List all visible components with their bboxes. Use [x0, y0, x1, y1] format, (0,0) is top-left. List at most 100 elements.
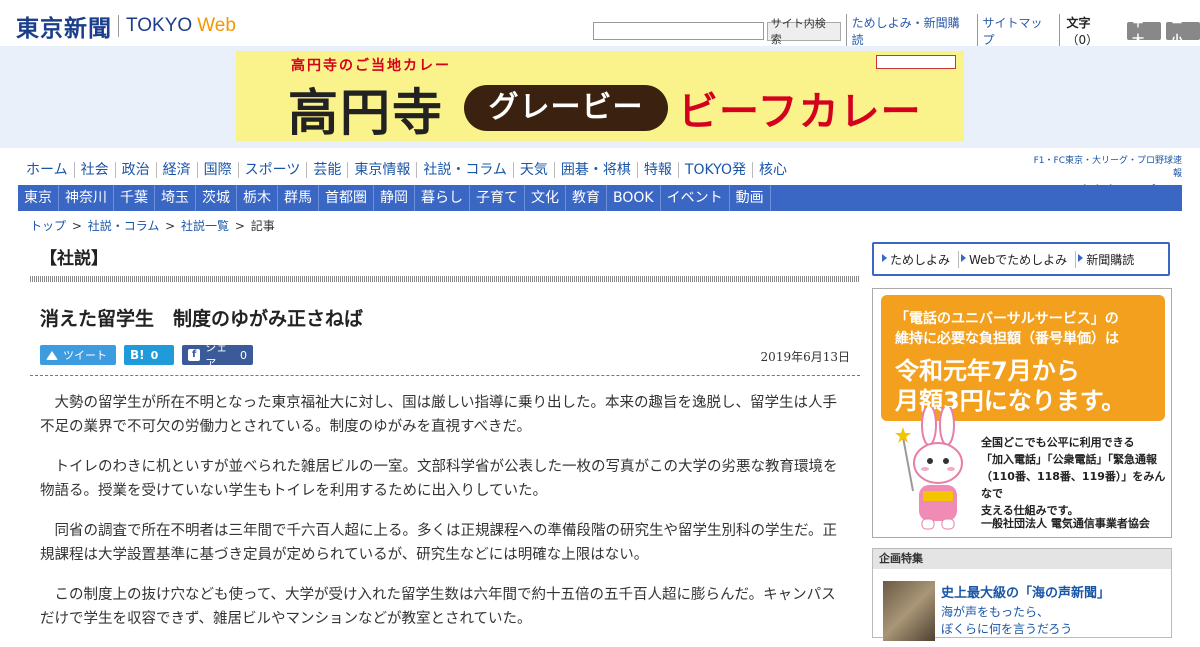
breadcrumb-separator: > [231, 219, 249, 233]
article-paragraph: トイレのわきに机といすが並べられた雑居ビルの一室。文部科学省が公表した一枚の写真… [40, 459, 838, 499]
link-trial-subscribe[interactable]: ためしよみ・新聞購読 [845, 14, 977, 48]
font-smaller-button[interactable]: －小 [1166, 16, 1200, 47]
font-size-label: 文字 （0） [1059, 14, 1122, 48]
link-sitemap[interactable]: サイトマップ [976, 14, 1060, 48]
facebook-icon: f [188, 349, 201, 361]
nav-society[interactable]: 社会 [73, 162, 115, 178]
nav-international[interactable]: 国際 [196, 162, 238, 178]
sidebar-link-subscribe[interactable]: 新聞購読 [1075, 250, 1142, 268]
feature-box: 企画特集 史上最大級の「海の声新聞」 海が声をもったら、 ぼくらに何を言うだろう [872, 548, 1172, 641]
logo-tokyo: TOKYO [126, 15, 193, 36]
nav-entertainment[interactable]: 芸能 [306, 162, 347, 178]
site-search-button[interactable]: サイト内検索 [766, 17, 841, 46]
bird-icon [46, 350, 58, 360]
breadcrumb-editorial-column[interactable]: 社説・コラム [88, 219, 160, 233]
font-size-count: （0） [1066, 33, 1099, 47]
nav2-tokyo[interactable]: 東京 [18, 185, 59, 211]
banner-corner-tag [876, 55, 956, 69]
nav2-saitama[interactable]: 埼玉 [155, 185, 196, 211]
nav-editorial-column[interactable]: 社説・コラム [416, 162, 513, 178]
primary-nav: ホーム 社会 政治 経済 国際 スポーツ 芸能 東京情報 社説・コラム 天気 囲… [20, 160, 793, 180]
font-size-text: 文字 [1066, 16, 1091, 30]
nav2-kanagawa[interactable]: 神奈川 [59, 185, 114, 211]
article-body: 大勢の留学生が所在不明となった東京福祉大に対し、国は厳しい指導に乗り出した。本来… [40, 391, 850, 631]
breadcrumb-editorial-list[interactable]: 社説一覧 [181, 219, 229, 233]
hatena-count: 0 [150, 348, 159, 362]
ad-desc-line: （110番、118番、119番）」をみんなで [981, 470, 1166, 500]
sidebar-link-web-trial[interactable]: Webでためしよみ [958, 250, 1075, 268]
facebook-share-count: 0 [240, 348, 247, 362]
hatena-bookmark-button[interactable]: B! 0 [124, 345, 174, 365]
feature-subtitle[interactable]: 海が声をもったら、 ぼくらに何を言うだろう [941, 604, 1072, 638]
facebook-share-button[interactable]: f シェア 0 [182, 341, 253, 370]
ad-desc-line: 全国どこでも公平に利用できる [981, 436, 1135, 449]
breadcrumb-separator: > [68, 219, 86, 233]
logo-web: Web [197, 15, 236, 36]
nav2-lifestyle[interactable]: 暮らし [415, 185, 470, 211]
font-larger-button[interactable]: ＋大 [1127, 16, 1162, 47]
sidebar-link-trial[interactable]: ためしよみ [880, 251, 958, 268]
tweet-button[interactable]: ツイート [40, 345, 116, 365]
share-bar: ツイート B! 0 f シェア 0 2019年6月13日 [40, 341, 860, 370]
curry-banner-ad[interactable]: 高円寺のご当地カレー 高円寺 グレービー ビーフカレー [236, 51, 964, 141]
tweet-label: ツイート [63, 349, 107, 362]
universal-service-ad[interactable]: 「電話のユニバーサルサービス」の 維持に必要な負担額（番号単価）は 令和元年7月… [872, 288, 1172, 538]
article-rule [30, 375, 860, 376]
nav-tokyo-hatsu[interactable]: TOKYO発 [677, 162, 752, 178]
banner-koenji: 高円寺 [288, 84, 444, 141]
article-title: 消えた留学生 制度のゆがみ正さねば [40, 308, 364, 330]
article-paragraph: 同省の調査で所在不明者は三年間で千六百人超に上る。多くは正規課程への準備段階の研… [40, 523, 838, 563]
nav2-shizuoka[interactable]: 静岡 [374, 185, 415, 211]
nav2-parenting[interactable]: 子育て [470, 185, 525, 211]
feature-title-link[interactable]: 史上最大級の「海の声新聞」 [941, 582, 1110, 601]
nav-economy[interactable]: 経済 [155, 162, 197, 178]
nav2-gunma[interactable]: 群馬 [278, 185, 319, 211]
site-search-input[interactable] [593, 22, 764, 40]
ad-line-1: 「電話のユニバーサルサービス」の [895, 311, 1119, 327]
nav-politics[interactable]: 政治 [114, 162, 156, 178]
article-paragraph: 大勢の留学生が所在不明となった東京福祉大に対し、国は厳しい指導に乗り出した。本来… [40, 395, 838, 435]
nav2-ibaraki[interactable]: 茨城 [196, 185, 237, 211]
nav2-culture[interactable]: 文化 [525, 185, 566, 211]
nav-weather[interactable]: 天気 [512, 162, 554, 178]
banner-gravy: グレービー [464, 85, 668, 131]
nav2-education[interactable]: 教育 [566, 185, 607, 211]
breadcrumb-current: 記事 [250, 219, 275, 233]
ad-orange-panel: 「電話のユニバーサルサービス」の 維持に必要な負担額（番号単価）は 令和元年7月… [881, 295, 1165, 421]
header-tools: サイト内検索 ためしよみ・新聞購読 サイトマップ 文字 （0） ＋大 －小 [593, 14, 1200, 48]
nav2-events[interactable]: イベント [661, 185, 730, 211]
ad-organization: 一般社団法人 電気通信事業者協会 [981, 517, 1150, 530]
nav-home[interactable]: ホーム [20, 162, 74, 178]
section-title: 【社説】 [40, 249, 108, 269]
nav2-chiba[interactable]: 千葉 [114, 185, 155, 211]
feature-sub-line: 海が声をもったら、 [941, 605, 1050, 619]
top-ad-band: 高円寺のご当地カレー 高円寺 グレービー ビーフカレー [0, 46, 1200, 148]
section-divider [30, 276, 860, 282]
facebook-share-label: シェア [205, 341, 228, 370]
feature-heading: 企画特集 [873, 549, 1171, 569]
banner-tagline: 高円寺のご当地カレー [291, 58, 451, 74]
rabbit-mascot-icon [895, 407, 963, 530]
nav2-shutoken[interactable]: 首都圏 [319, 185, 374, 211]
ad-line-2: 維持に必要な負担額（番号単価）は [895, 331, 1119, 347]
nav-go-shogi[interactable]: 囲碁・将棋 [553, 162, 637, 178]
secondary-nav: 東京 神奈川 千葉 埼玉 茨城 栃木 群馬 首都圏 静岡 暮らし 子育て 文化 … [18, 185, 1182, 211]
breadcrumb-top[interactable]: トップ [30, 219, 66, 233]
nav-tokyo-info[interactable]: 東京情報 [347, 162, 416, 178]
sidebar-subscribe-links: ためしよみ Webでためしよみ 新聞購読 [872, 242, 1170, 276]
ad-desc-line: 「加入電話」「公衆電話」「緊急通報 [981, 453, 1157, 466]
nav-kakushin[interactable]: 核心 [751, 162, 793, 178]
nav2-book[interactable]: BOOK [607, 185, 661, 211]
nav-sports[interactable]: スポーツ [237, 162, 307, 178]
site-header: 東京新聞 TOKYO Web サイト内検索 ためしよみ・新聞購読 サイトマップ … [0, 0, 1200, 48]
nav-special-report[interactable]: 特報 [636, 162, 678, 178]
site-logo[interactable]: 東京新聞 TOKYO Web [16, 9, 236, 43]
nav2-tochigi[interactable]: 栃木 [237, 185, 278, 211]
nav2-video[interactable]: 動画 [730, 185, 771, 211]
article-main: 【社説】 消えた留学生 制度のゆがみ正さねば ツイート B! 0 f シェア 0… [30, 232, 860, 647]
article-paragraph: この制度上の抜け穴なども使って、大学が受け入れた留学生数は六年間で約十五倍の五千… [40, 587, 836, 627]
feature-thumbnail[interactable] [883, 581, 935, 641]
article-date: 2019年6月13日 [760, 350, 850, 364]
logo-divider [118, 15, 119, 37]
banner-beef-curry: ビーフカレー [678, 89, 922, 135]
